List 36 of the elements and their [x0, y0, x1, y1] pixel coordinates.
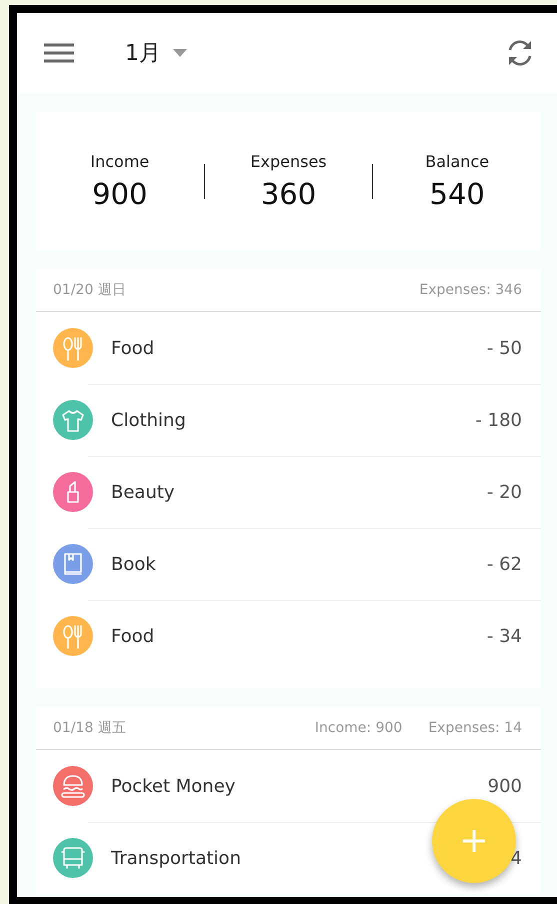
- summary-label: Income: [90, 152, 150, 170]
- category-name: Book: [111, 554, 157, 574]
- category-name: Beauty: [111, 482, 176, 502]
- amount: - 62: [486, 554, 522, 574]
- transaction-row[interactable]: Transportation 4: [36, 822, 541, 894]
- caret-icon: [173, 49, 187, 57]
- day-total: Expenses: 346: [419, 282, 522, 298]
- day-date: 01/18 週五: [53, 719, 127, 737]
- transaction-row[interactable]: Clothing - 180: [36, 384, 541, 456]
- summary-value: 900: [92, 176, 148, 210]
- summary-label: Balance: [425, 152, 490, 170]
- category-name: Food: [111, 338, 156, 358]
- amount: - 180: [475, 410, 522, 430]
- day-date: 01/20 週日: [53, 281, 127, 299]
- transaction-row[interactable]: Food - 34: [36, 600, 541, 672]
- amount: 4: [510, 848, 522, 868]
- amount: 900: [488, 776, 522, 796]
- transaction-row[interactable]: Beauty - 20: [36, 456, 541, 528]
- summary-value: 540: [430, 176, 485, 210]
- transaction-row[interactable]: Book - 62: [36, 528, 541, 600]
- month-dropdown[interactable]: 1月: [125, 38, 187, 68]
- transaction-row[interactable]: Pocket Money 900: [36, 750, 541, 822]
- summary-value: 360: [260, 176, 316, 210]
- category-name: Pocket Money: [111, 776, 236, 796]
- menu-icon[interactable]: [43, 42, 75, 64]
- category-name: Food: [111, 626, 156, 646]
- category-name: Transportation: [111, 848, 242, 868]
- amount: - 20: [486, 482, 522, 502]
- transaction-row[interactable]: Food - 50: [36, 312, 541, 384]
- day-total: Income: 900: [314, 720, 402, 736]
- category-name: Clothing: [111, 410, 187, 430]
- summary-label: Expenses: [250, 152, 327, 170]
- day-total: Expenses: 14: [428, 720, 522, 736]
- amount: - 50: [486, 338, 522, 358]
- plus-icon: [462, 829, 486, 853]
- amount: - 34: [486, 626, 522, 646]
